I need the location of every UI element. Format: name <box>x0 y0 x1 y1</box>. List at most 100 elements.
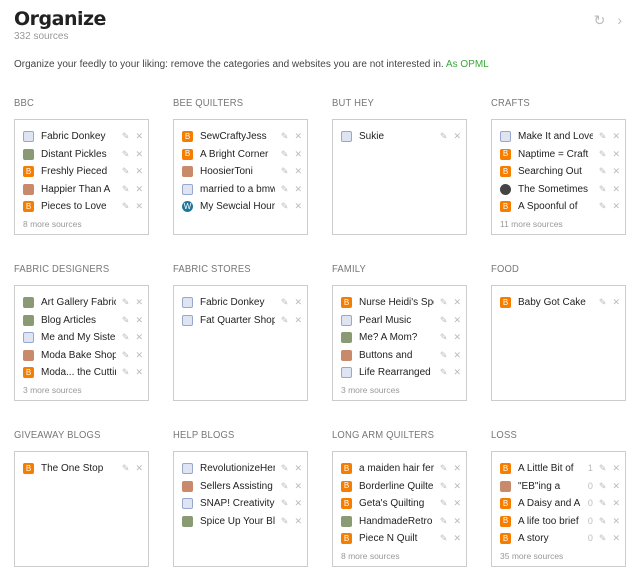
source-name[interactable]: Spice Up Your Blog <box>200 516 275 527</box>
more-sources-link[interactable]: 8 more sources <box>341 551 461 561</box>
category-name[interactable]: FABRIC STORES <box>173 263 295 285</box>
close-icon[interactable]: ✕ <box>453 350 461 361</box>
close-icon[interactable]: ✕ <box>294 516 302 527</box>
pencil-icon[interactable]: ✎ <box>122 297 130 308</box>
close-icon[interactable]: ✕ <box>612 516 620 527</box>
close-icon[interactable]: ✕ <box>135 149 143 160</box>
pencil-icon[interactable]: ✎ <box>599 297 607 308</box>
close-icon[interactable]: ✕ <box>294 498 302 509</box>
source-name[interactable]: Naptime = Craft <box>518 149 593 160</box>
close-icon[interactable]: ✕ <box>612 201 620 212</box>
source-name[interactable]: A Daisy and A <box>518 498 582 509</box>
close-icon[interactable]: ✕ <box>453 367 461 378</box>
pencil-icon[interactable]: ✎ <box>440 463 448 474</box>
source-name[interactable]: Make It and Love It <box>518 131 593 142</box>
pencil-icon[interactable]: ✎ <box>440 315 448 326</box>
pencil-icon[interactable]: ✎ <box>122 463 130 474</box>
source-name[interactable]: Fabric Donkey <box>41 131 116 142</box>
pencil-icon[interactable]: ✎ <box>599 481 607 492</box>
source-name[interactable]: Nurse Heidi's Spot <box>359 297 434 308</box>
pencil-icon[interactable]: ✎ <box>122 149 130 160</box>
source-name[interactable]: Freshly Pieced <box>41 166 116 177</box>
pencil-icon[interactable]: ✎ <box>440 297 448 308</box>
source-name[interactable]: My Sewcial Hour <box>200 201 275 212</box>
category-name[interactable]: LONG ARM QUILTERS <box>332 429 454 451</box>
pencil-icon[interactable]: ✎ <box>440 481 448 492</box>
pencil-icon[interactable]: ✎ <box>281 149 289 160</box>
pencil-icon[interactable]: ✎ <box>599 516 607 527</box>
pencil-icon[interactable]: ✎ <box>599 498 607 509</box>
source-name[interactable]: Fabric Donkey <box>200 297 275 308</box>
pencil-icon[interactable]: ✎ <box>122 350 130 361</box>
source-name[interactable]: SNAP! Creativity <box>200 498 275 509</box>
close-icon[interactable]: ✕ <box>453 481 461 492</box>
close-icon[interactable]: ✕ <box>135 350 143 361</box>
more-sources-link[interactable]: 8 more sources <box>23 219 143 229</box>
source-name[interactable]: Pearl Music <box>359 315 434 326</box>
close-icon[interactable]: ✕ <box>294 297 302 308</box>
close-icon[interactable]: ✕ <box>135 201 143 212</box>
source-name[interactable]: Sellers Assisting <box>200 481 275 492</box>
pencil-icon[interactable]: ✎ <box>281 297 289 308</box>
close-icon[interactable]: ✕ <box>135 463 143 474</box>
more-sources-link[interactable]: 35 more sources <box>500 551 620 561</box>
pencil-icon[interactable]: ✎ <box>440 350 448 361</box>
pencil-icon[interactable]: ✎ <box>122 332 130 343</box>
source-name[interactable]: A Little Bit of <box>518 463 582 474</box>
pencil-icon[interactable]: ✎ <box>440 533 448 544</box>
source-name[interactable]: A Spoonful of <box>518 201 593 212</box>
close-icon[interactable]: ✕ <box>294 315 302 326</box>
source-name[interactable]: Baby Got Cake <box>518 297 593 308</box>
close-icon[interactable]: ✕ <box>453 297 461 308</box>
source-name[interactable]: Geta's Quilting <box>359 498 434 509</box>
source-name[interactable]: Searching Out <box>518 166 593 177</box>
pencil-icon[interactable]: ✎ <box>281 315 289 326</box>
chevron-right-icon[interactable]: › <box>617 12 622 29</box>
pencil-icon[interactable]: ✎ <box>122 315 130 326</box>
category-name[interactable]: FAMILY <box>332 263 454 285</box>
close-icon[interactable]: ✕ <box>453 332 461 343</box>
source-name[interactable]: A Bright Corner <box>200 149 275 160</box>
source-name[interactable]: Art Gallery Fabrics <box>41 297 116 308</box>
source-name[interactable]: Fat Quarter Shop's <box>200 315 275 326</box>
source-name[interactable]: Me and My Sister <box>41 332 116 343</box>
pencil-icon[interactable]: ✎ <box>281 131 289 142</box>
close-icon[interactable]: ✕ <box>612 166 620 177</box>
close-icon[interactable]: ✕ <box>294 166 302 177</box>
close-icon[interactable]: ✕ <box>612 498 620 509</box>
close-icon[interactable]: ✕ <box>135 131 143 142</box>
source-name[interactable]: Moda... the Cutting <box>41 367 116 378</box>
source-name[interactable]: Life Rearranged <box>359 367 434 378</box>
source-name[interactable]: HandmadeRetro <box>359 516 434 527</box>
source-name[interactable]: "EB"ing a <box>518 481 582 492</box>
close-icon[interactable]: ✕ <box>612 481 620 492</box>
category-name[interactable]: BBC <box>14 97 136 119</box>
close-icon[interactable]: ✕ <box>294 201 302 212</box>
source-name[interactable]: Sukie <box>359 131 434 142</box>
pencil-icon[interactable]: ✎ <box>599 533 607 544</box>
source-name[interactable]: married to a bmw <box>200 184 275 195</box>
pencil-icon[interactable]: ✎ <box>599 184 607 195</box>
source-name[interactable]: A story <box>518 533 582 544</box>
source-name[interactable]: a maiden hair fern <box>359 463 434 474</box>
close-icon[interactable]: ✕ <box>612 184 620 195</box>
category-name[interactable]: CRAFTS <box>491 97 613 119</box>
close-icon[interactable]: ✕ <box>453 533 461 544</box>
source-name[interactable]: Pieces to Love <box>41 201 116 212</box>
pencil-icon[interactable]: ✎ <box>599 131 607 142</box>
close-icon[interactable]: ✕ <box>294 463 302 474</box>
pencil-icon[interactable]: ✎ <box>281 481 289 492</box>
pencil-icon[interactable]: ✎ <box>599 149 607 160</box>
close-icon[interactable]: ✕ <box>135 315 143 326</box>
more-sources-link[interactable]: 3 more sources <box>23 385 143 395</box>
close-icon[interactable]: ✕ <box>453 131 461 142</box>
source-name[interactable]: Buttons and <box>359 350 434 361</box>
pencil-icon[interactable]: ✎ <box>122 166 130 177</box>
opml-link[interactable]: As OPML <box>446 59 489 70</box>
category-name[interactable]: GIVEAWAY BLOGS <box>14 429 136 451</box>
close-icon[interactable]: ✕ <box>294 481 302 492</box>
pencil-icon[interactable]: ✎ <box>281 463 289 474</box>
source-name[interactable]: A life too brief <box>518 516 582 527</box>
close-icon[interactable]: ✕ <box>135 166 143 177</box>
close-icon[interactable]: ✕ <box>612 463 620 474</box>
